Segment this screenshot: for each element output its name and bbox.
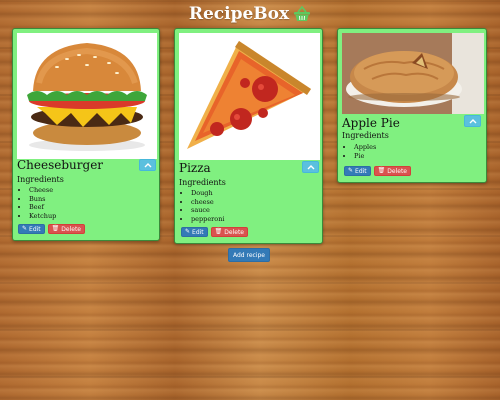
add-recipe-button[interactable]: Add recipe [228, 248, 270, 262]
edit-button[interactable]: ✎ Edit [181, 227, 208, 237]
recipe-card-apple-pie: Apple Pie Ingredients Apples Pie ✎ Edit … [337, 28, 487, 183]
list-item: cheese [191, 198, 224, 207]
edit-icon: ✎ [348, 167, 354, 174]
collapse-button[interactable] [302, 161, 319, 173]
recipe-title: Apple Pie [342, 116, 400, 130]
app-header: RecipeBox [0, 4, 500, 26]
collapse-button[interactable] [464, 115, 481, 127]
edit-button[interactable]: ✎ Edit [18, 224, 45, 234]
chevron-up-icon [307, 164, 314, 169]
edit-button[interactable]: ✎ Edit [344, 166, 371, 176]
ingredients-label: Ingredients [342, 131, 389, 140]
delete-label: Delete [224, 228, 244, 236]
edit-icon: ✎ [185, 228, 191, 235]
app-title: RecipeBox [188, 4, 290, 24]
edit-label: Edit [29, 225, 41, 233]
edit-icon: ✎ [22, 225, 28, 232]
list-item: Buns [29, 195, 56, 204]
trash-icon: 🗑 [377, 167, 386, 174]
delete-button[interactable]: 🗑 Delete [210, 227, 248, 237]
ingredients-list: Apples Pie [342, 143, 376, 160]
trash-icon: 🗑 [214, 228, 223, 235]
list-item: Cheese [29, 186, 56, 195]
trash-icon: 🗑 [51, 225, 60, 232]
list-item: Pie [354, 152, 376, 161]
list-item: sauce [191, 206, 224, 215]
recipe-title: Pizza [179, 161, 211, 175]
chevron-up-icon [144, 162, 151, 167]
recipe-title: Cheeseburger [17, 158, 104, 172]
ingredients-list: Dough cheese sauce pepperoni [179, 189, 224, 223]
delete-button[interactable]: 🗑 Delete [373, 166, 411, 176]
ingredients-label: Ingredients [179, 178, 226, 187]
basket-icon [294, 6, 311, 21]
list-item: Apples [354, 143, 376, 152]
recipe-card-cheeseburger: Cheeseburger Ingredients Cheese Buns Bee… [12, 28, 160, 241]
cheeseburger-image [17, 33, 157, 159]
delete-label: Delete [387, 167, 407, 175]
list-item: pepperoni [191, 215, 224, 224]
delete-label: Delete [61, 225, 81, 233]
collapse-button[interactable] [139, 159, 156, 171]
edit-label: Edit [192, 228, 204, 236]
ingredients-list: Cheese Buns Beef Ketchup [17, 186, 56, 220]
ingredients-label: Ingredients [17, 175, 64, 184]
list-item: Dough [191, 189, 224, 198]
chevron-up-icon [469, 118, 476, 123]
delete-button[interactable]: 🗑 Delete [47, 224, 85, 234]
list-item: Ketchup [29, 212, 56, 221]
apple-pie-image [342, 33, 484, 114]
pizza-image [179, 33, 320, 160]
list-item: Beef [29, 203, 56, 212]
recipe-card-pizza: Pizza Ingredients Dough cheese sauce pep… [174, 28, 323, 244]
edit-label: Edit [355, 167, 367, 175]
